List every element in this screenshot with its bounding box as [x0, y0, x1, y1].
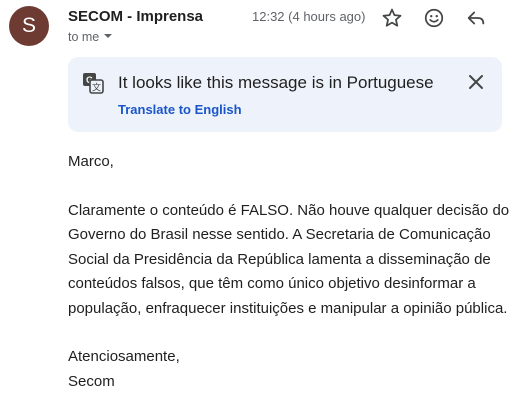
paragraph-line: Claramente o conteúdo é FALSO. Não houve…	[68, 201, 510, 219]
emoji-reaction-icon[interactable]	[420, 4, 448, 32]
paragraph-line: Governo do Brasil nesse sentido. A Secre…	[68, 226, 491, 243]
paragraph-line: Social da Presidência da República lamen…	[68, 250, 491, 268]
signature: Secom	[68, 372, 115, 390]
timestamp: 12:32 (4 hours ago)	[252, 9, 366, 24]
reply-icon[interactable]	[462, 4, 490, 32]
recipient-label: to me	[68, 30, 100, 44]
message-body: Marco, Claramente o conteúdo é FALSO. Nã…	[68, 150, 526, 394]
email-view: S SECOM - Imprensa to me 12:32 (4 hours …	[0, 0, 526, 420]
paragraph-line: população, enfraquecer instituições e ma…	[68, 299, 508, 317]
translate-message: It looks like this message is in Portugu…	[118, 73, 434, 92]
paragraph-line: conteúdos falsos, que têm como único obj…	[68, 275, 476, 292]
chevron-down-icon[interactable]	[103, 30, 113, 44]
close-icon[interactable]	[464, 70, 488, 94]
message-paragraph: Claramente o conteúdo é FALSO. Não houve…	[68, 199, 526, 322]
signoff: Atenciosamente,	[68, 348, 180, 365]
sender-name[interactable]: SECOM - Imprensa	[68, 8, 203, 25]
recipient-line[interactable]: to me	[68, 30, 113, 44]
greeting: Marco,	[68, 153, 114, 170]
translate-banner: G 文 It looks like this message is in Por…	[68, 57, 502, 132]
translate-link[interactable]: Translate to English	[118, 102, 242, 117]
translate-icon: G 文	[82, 72, 104, 94]
svg-text:文: 文	[92, 82, 101, 94]
avatar[interactable]: S	[9, 6, 49, 46]
avatar-letter: S	[21, 14, 36, 37]
star-icon[interactable]	[378, 4, 406, 32]
